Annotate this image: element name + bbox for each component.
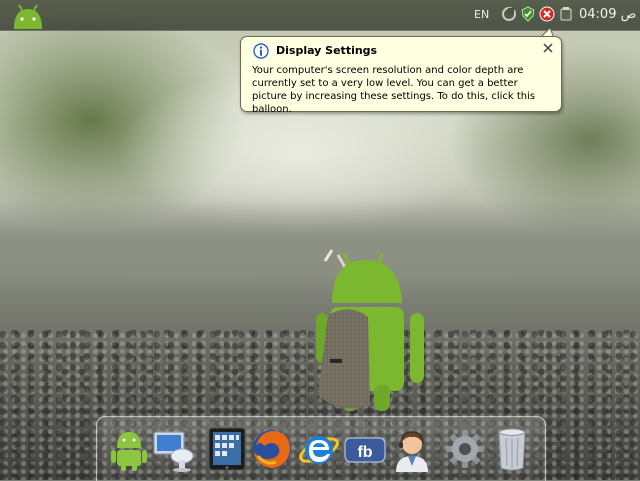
language-indicator[interactable]: EN [474, 8, 489, 21]
balloon-title: Display Settings [276, 44, 378, 57]
android-icon[interactable] [107, 426, 151, 472]
tablet-icon[interactable] [205, 426, 249, 472]
close-icon[interactable] [541, 41, 555, 55]
display-settings-balloon[interactable]: Display Settings Your computer's screen … [240, 36, 562, 115]
top-panel: EN 04:09 ص [0, 0, 640, 31]
shield-icon[interactable] [520, 6, 536, 22]
security-alert-icon[interactable] [539, 6, 555, 22]
info-icon [253, 43, 269, 59]
clock[interactable]: 04:09 ص [579, 7, 636, 22]
facebook-icon[interactable]: fb [343, 426, 387, 472]
support-user-icon[interactable] [390, 426, 434, 472]
android-wallpaper-figure [316, 249, 424, 411]
volume-icon[interactable] [558, 6, 574, 22]
network-icon[interactable] [501, 6, 517, 22]
firefox-icon[interactable] [250, 426, 294, 472]
svg-text:fb: fb [357, 444, 372, 461]
recycle-bin-icon[interactable] [490, 426, 534, 472]
internet-explorer-icon[interactable] [297, 426, 341, 472]
android-start-button-icon[interactable] [8, 3, 48, 29]
settings-gear-icon[interactable] [443, 426, 487, 472]
computer-icon[interactable] [152, 426, 196, 472]
balloon-message: Your computer's screen resolution and co… [252, 65, 536, 115]
